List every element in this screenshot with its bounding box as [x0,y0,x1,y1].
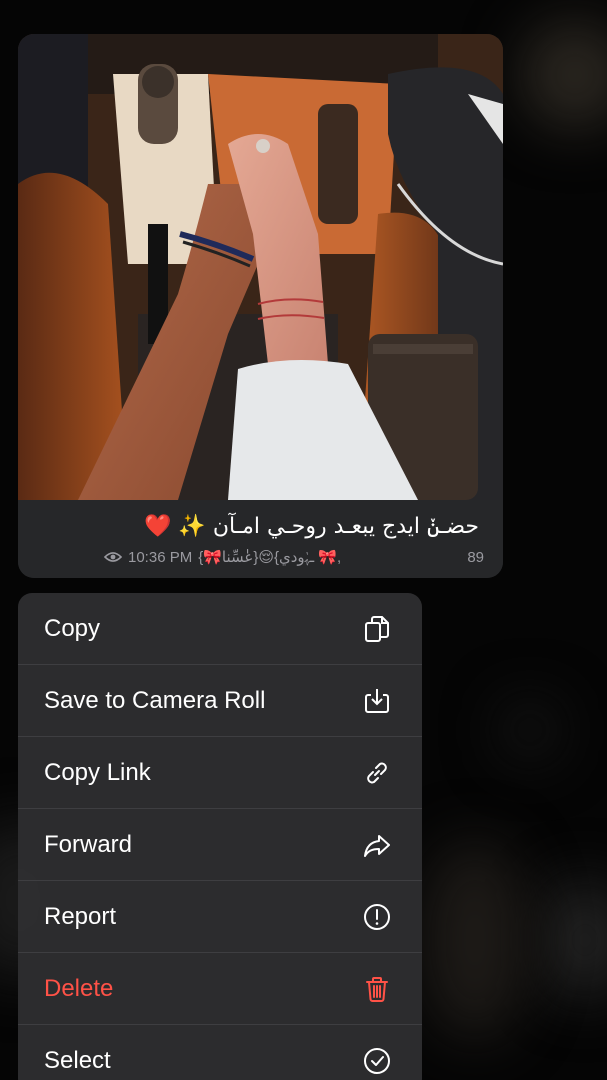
trash-icon [360,972,394,1006]
views-eye-icon [104,552,122,562]
message-photo[interactable] [18,34,503,500]
view-count: 89 [467,548,484,566]
message-author: {🎀عٰٰٰٰٰٰسِّنا}😌{ـﮩٰٰٰٰٰٰودي 🎀, [198,549,342,566]
copy-icon [360,612,394,646]
menu-item-report[interactable]: Report [18,881,422,953]
menu-item-delete[interactable]: Delete [18,953,422,1025]
menu-item-copy[interactable]: Copy [18,593,422,665]
message-time: 10:36 PM [128,548,193,566]
menu-item-copy-link[interactable]: Copy Link [18,737,422,809]
message-caption: حضـݩ ايدج يبعـد روحـي امـآن ✨ ❤️ [144,514,479,539]
menu-item-label: Report [44,902,117,930]
menu-item-label: Forward [44,830,133,858]
menu-item-label: Delete [44,974,114,1002]
message-bubble[interactable]: حضـݩ ايدج يبعـد روحـي امـآن ✨ ❤️ 10:36 P… [18,34,503,578]
menu-item-label: Select [44,1047,111,1074]
menu-item-label: Save to Camera Roll [44,686,266,714]
report-exclamation-icon [360,900,394,934]
menu-item-label: Copy [44,614,101,642]
menu-item-select[interactable]: Select [18,1025,422,1080]
checkmark-circle-icon [360,1044,394,1078]
message-meta: 10:36 PM {🎀عٰٰٰٰٰٰسِّنا}😌{ـﮩٰٰٰٰٰٰودي 🎀,… [104,548,484,566]
menu-item-save-to-camera-roll[interactable]: Save to Camera Roll [18,665,422,737]
caption-area: حضـݩ ايدج يبعـد روحـي امـآن ✨ ❤️ 10:36 P… [18,500,503,578]
context-menu: Copy Save to Camera Roll Copy Link Forwa… [18,593,422,1080]
menu-item-label: Copy Link [44,758,151,786]
forward-arrow-icon [360,828,394,862]
menu-item-forward[interactable]: Forward [18,809,422,881]
save-download-icon [360,684,394,718]
link-icon [360,756,394,790]
